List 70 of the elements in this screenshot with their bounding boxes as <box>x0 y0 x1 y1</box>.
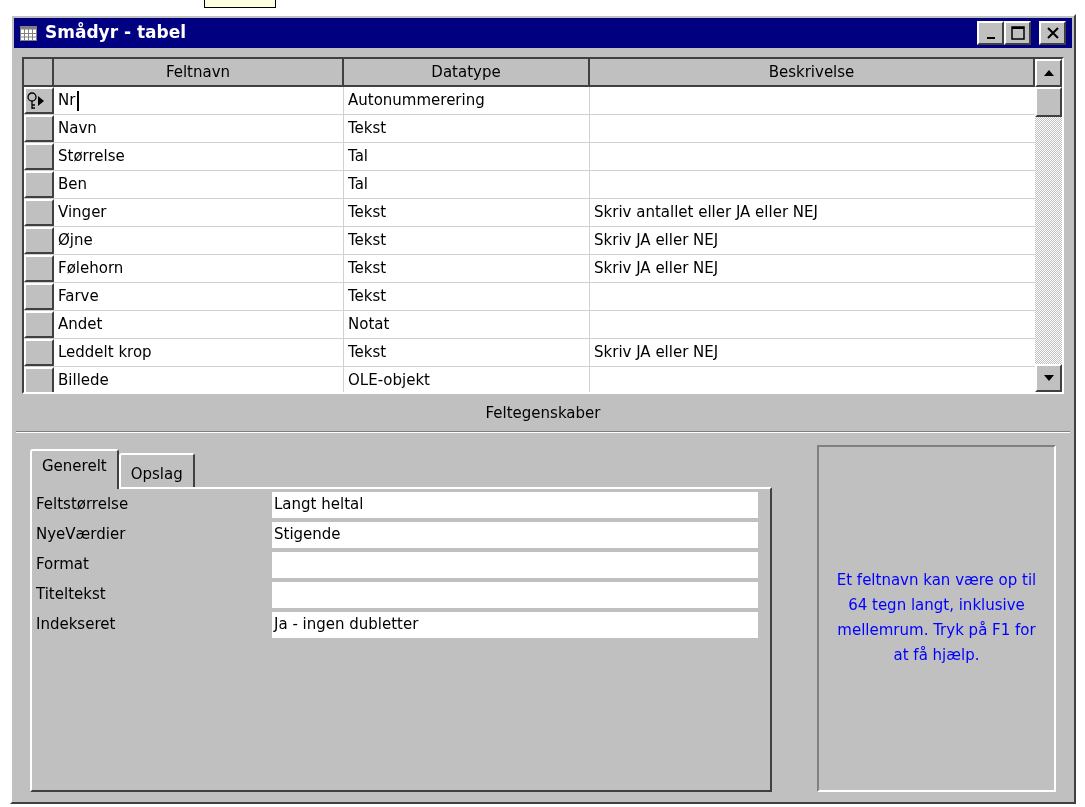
table-cell: Tekst <box>344 283 590 310</box>
property-field[interactable]: Stigende <box>272 521 758 548</box>
table-cell: Øjne <box>54 227 344 254</box>
up-arrow-icon <box>1043 70 1054 76</box>
table-cell: Nr <box>54 87 344 114</box>
table-cell: Andet <box>54 311 344 338</box>
property-label: Indekseret <box>36 614 117 636</box>
window-title: Smådyr - tabel <box>45 21 187 45</box>
maximize-button[interactable] <box>1004 21 1031 45</box>
section-heading: Feltegenskaber <box>485 403 601 424</box>
row-selector[interactable] <box>24 115 54 142</box>
row-selector[interactable] <box>24 87 54 114</box>
table-cell: Tekst <box>344 115 590 142</box>
table-cell: Billede <box>54 367 344 392</box>
maximize-icon <box>1010 26 1025 40</box>
property-field[interactable]: Ja - ingen dubletter <box>272 611 758 638</box>
row-selector[interactable] <box>24 367 54 392</box>
table-cell: Størrelse <box>54 143 344 170</box>
tooltip-fragment <box>204 0 276 8</box>
table-cell: Navn <box>54 115 344 142</box>
table-cell: Tekst <box>344 199 590 226</box>
down-arrow-icon <box>1043 375 1054 381</box>
table-cell: Tal <box>344 143 590 170</box>
property-label: Titeltekst <box>36 584 107 606</box>
close-icon <box>1045 26 1060 40</box>
scroll-down-button[interactable] <box>1035 364 1062 392</box>
row-selector[interactable] <box>24 283 54 310</box>
row-selector[interactable] <box>24 339 54 366</box>
property-field[interactable] <box>272 551 758 578</box>
table-cell: Tal <box>344 171 590 198</box>
close-button[interactable] <box>1039 21 1066 45</box>
table-cell: Leddelt krop <box>54 339 344 366</box>
table-cell-text: Skriv JA eller NEJ <box>593 342 720 364</box>
minimize-icon <box>986 37 995 39</box>
property-label: NyeVærdier <box>36 524 127 546</box>
scroll-up-button[interactable] <box>1035 59 1062 87</box>
table-cell: Autonummerering <box>344 87 590 114</box>
table-cell: Notat <box>344 311 590 338</box>
current-row-icon <box>38 95 44 106</box>
property-label: Feltstørrelse <box>36 494 130 516</box>
table-cell: Tekst <box>344 339 590 366</box>
help-text: Et feltnavn kan være op til 64 tegn langt, inklusive mellemrum. Tryk på F1 for at få hjælp. <box>836 570 1037 667</box>
column-header: Datatype <box>344 59 590 85</box>
table-cell: Følehorn <box>54 255 344 282</box>
row-selector[interactable] <box>24 171 54 198</box>
row-selector[interactable] <box>24 311 54 338</box>
property-label: Format <box>36 554 90 576</box>
scrollbar[interactable] <box>1035 59 1062 392</box>
table-cell: Ben <box>54 171 344 198</box>
column-header: Feltnavn <box>54 59 344 85</box>
table-cell: OLE-objekt <box>344 367 590 392</box>
minimize-button[interactable] <box>977 21 1004 45</box>
table-cell-text: Skriv JA eller NEJ <box>593 230 720 252</box>
table-cell-text: Skriv JA eller NEJ <box>593 258 720 280</box>
key-icon <box>26 91 38 110</box>
row-selector[interactable] <box>24 143 54 170</box>
table-cell: Tekst <box>344 227 590 254</box>
tab[interactable]: Generelt <box>30 448 119 489</box>
property-field[interactable] <box>272 581 758 608</box>
tab[interactable]: Opslag <box>118 452 195 487</box>
table-cell: Farve <box>54 283 344 310</box>
row-selector[interactable] <box>24 255 54 282</box>
property-field[interactable]: Langt heltal <box>272 491 758 518</box>
scroll-thumb[interactable] <box>1035 87 1062 117</box>
table-icon <box>20 25 37 41</box>
table-cell: Vinger <box>54 199 344 226</box>
row-selector[interactable] <box>24 199 54 226</box>
table-cell-text: Skriv antallet eller JA eller NEJ <box>593 202 819 224</box>
row-selector[interactable] <box>24 227 54 254</box>
table-cell: Tekst <box>344 255 590 282</box>
